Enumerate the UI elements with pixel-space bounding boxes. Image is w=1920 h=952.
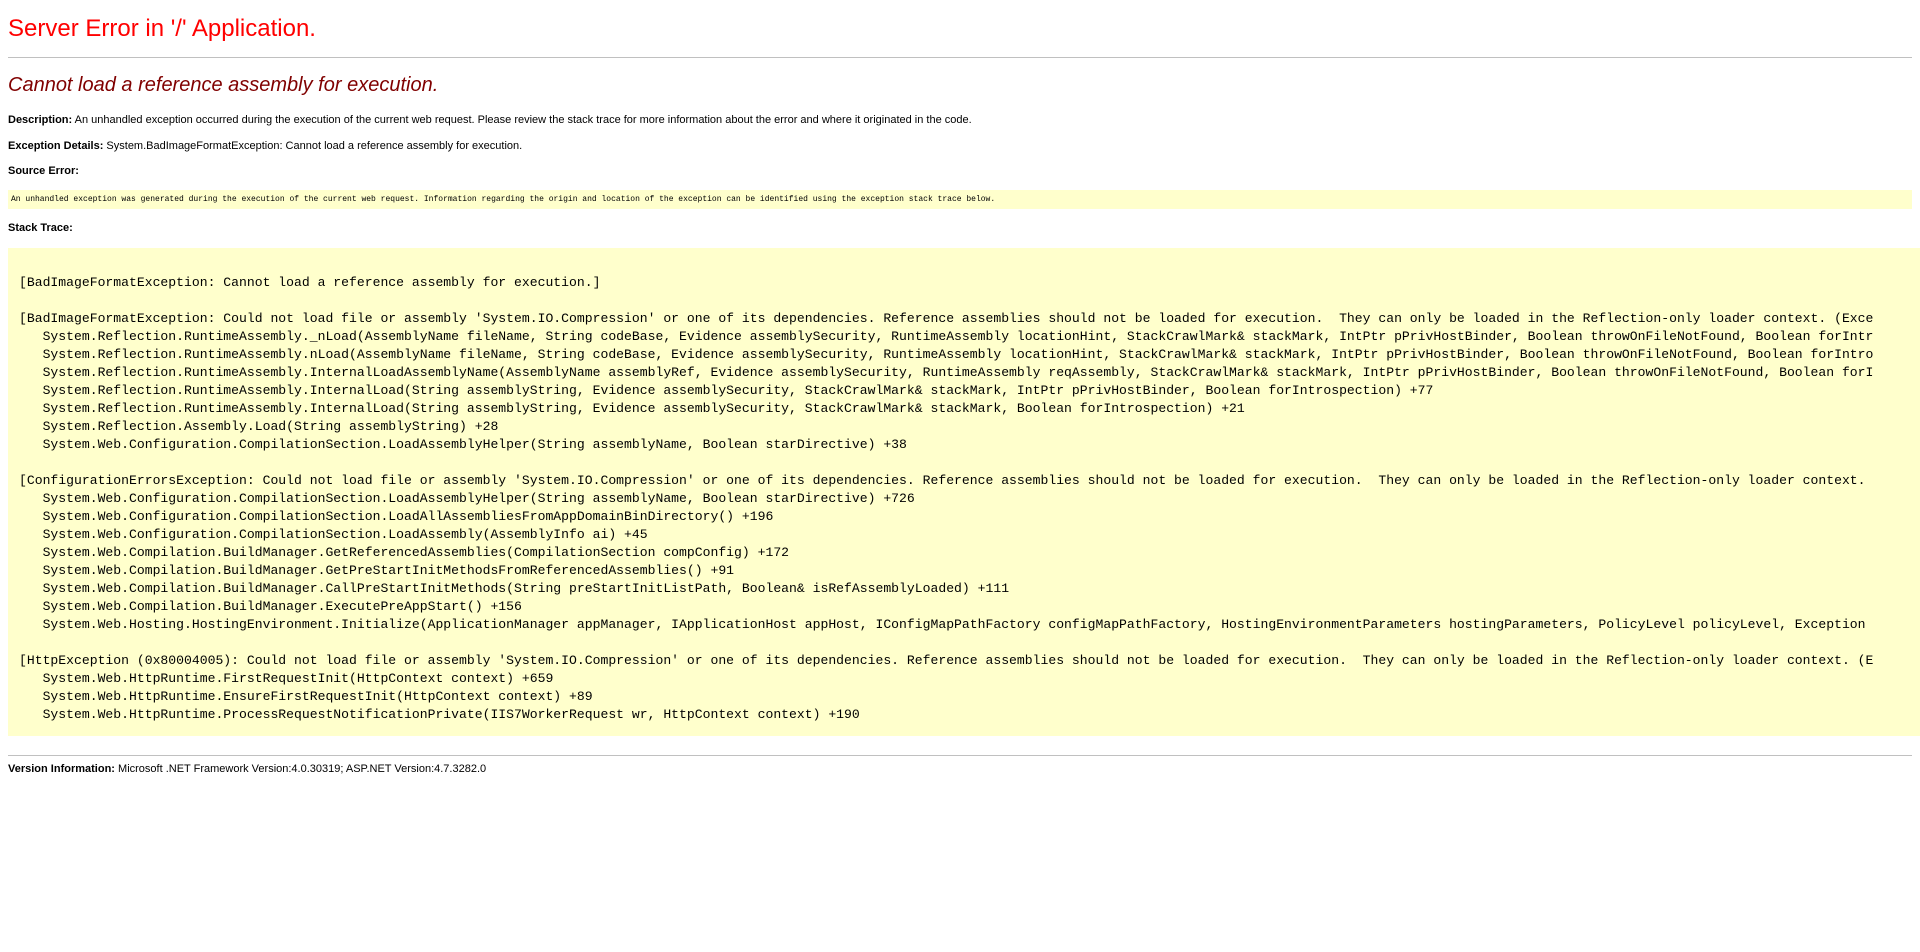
stack-trace-line: System.Web.HttpRuntime.FirstRequestInit(… — [19, 671, 554, 686]
version-information-text[interactable]: Microsoft .NET Framework Version:4.0.303… — [118, 763, 486, 775]
stack-trace-line: System.Reflection.Assembly.Load(String a… — [19, 419, 499, 434]
version-information-line: Version Information: Microsoft .NET Fram… — [8, 763, 486, 775]
stack-trace-line: System.Web.Compilation.BuildManager.Call… — [19, 581, 1010, 596]
source-error-line: Source Error: — [8, 165, 79, 177]
stack-trace-blank-line — [19, 292, 1873, 310]
version-divider — [8, 755, 1912, 756]
stack-trace-line: System.Reflection.RuntimeAssembly.Intern… — [19, 401, 1245, 416]
source-error-label: Source Error: — [8, 165, 79, 177]
stack-trace-label: Stack Trace: — [8, 222, 73, 234]
stack-trace-line: [ConfigurationErrorsException: Could not… — [19, 473, 1866, 488]
stack-trace-line: [HttpException (0x80004005): Could not l… — [19, 653, 1874, 668]
stack-trace-line: [BadImageFormatException: Cannot load a … — [19, 275, 601, 290]
stack-trace-line: System.Web.HttpRuntime.ProcessRequestNot… — [19, 707, 860, 722]
stack-trace-line: System.Web.Configuration.CompilationSect… — [19, 437, 907, 452]
stack-trace-line: System.Web.Configuration.CompilationSect… — [19, 491, 915, 506]
stack-trace-line: System.Reflection.RuntimeAssembly.Intern… — [19, 383, 1434, 398]
stack-trace-line: System.Reflection.RuntimeAssembly._nLoad… — [19, 329, 1874, 344]
stack-trace-line: System.Web.Configuration.CompilationSect… — [19, 527, 648, 542]
error-page: Server Error in '/' Application. Cannot … — [0, 0, 1920, 952]
stack-trace-line: System.Reflection.RuntimeAssembly.nLoad(… — [19, 347, 1874, 362]
title-divider — [8, 57, 1912, 58]
description-line: Description: An unhandled exception occu… — [8, 114, 972, 126]
exception-details-line: Exception Details: System.BadImageFormat… — [8, 140, 522, 152]
exception-details-text[interactable]: System.BadImageFormatException: Cannot l… — [106, 140, 522, 152]
stack-trace-line: System.Reflection.RuntimeAssembly.Intern… — [19, 365, 1874, 380]
description-text[interactable]: An unhandled exception occurred during t… — [75, 114, 972, 126]
stack-trace-line: [BadImageFormatException: Could not load… — [19, 311, 1874, 326]
stack-trace-box[interactable]: [BadImageFormatException: Cannot load a … — [8, 248, 1920, 736]
stack-trace-blank-line — [19, 454, 1873, 472]
error-message: Cannot load a reference assembly for exe… — [8, 74, 439, 96]
stack-trace-line: System.Web.Compilation.BuildManager.GetR… — [19, 545, 790, 560]
version-information-label: Version Information: — [8, 763, 115, 775]
stack-trace-text[interactable]: [BadImageFormatException: Cannot load a … — [19, 274, 1873, 724]
stack-trace-line: System.Web.Compilation.BuildManager.Exec… — [19, 599, 522, 614]
source-error-box[interactable]: An unhandled exception was generated dur… — [8, 190, 1912, 209]
stack-trace-line: System.Web.Hosting.HostingEnvironment.In… — [19, 617, 1866, 632]
page-title: Server Error in '/' Application. — [8, 15, 316, 42]
source-error-text[interactable]: An unhandled exception was generated dur… — [11, 195, 995, 204]
stack-trace-blank-line — [19, 634, 1873, 652]
stack-trace-line: System.Web.Configuration.CompilationSect… — [19, 509, 774, 524]
stack-trace-line: System.Web.HttpRuntime.EnsureFirstReques… — [19, 689, 593, 704]
description-label: Description: — [8, 114, 73, 126]
stack-trace-line: Stack Trace: — [8, 222, 73, 234]
stack-trace-line: System.Web.Compilation.BuildManager.GetP… — [19, 563, 735, 578]
exception-details-label: Exception Details: — [8, 140, 104, 152]
